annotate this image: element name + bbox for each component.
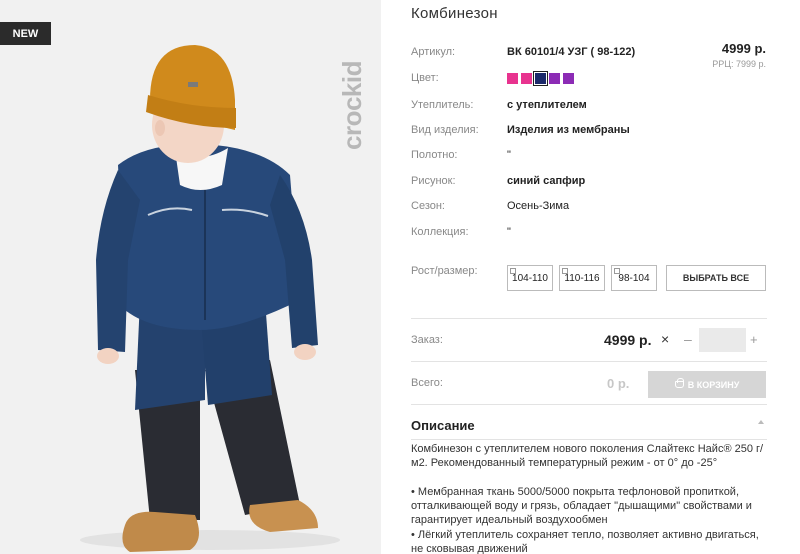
divider: [411, 318, 767, 319]
decrease-quantity-button[interactable]: –: [684, 331, 692, 347]
size-options: 104-110 110-116 98-104: [507, 265, 657, 291]
divider: [411, 439, 767, 440]
total-value: 0 р.: [607, 376, 630, 391]
collapse-caret-icon[interactable]: [758, 420, 764, 424]
checkbox-icon: [614, 268, 620, 274]
increase-quantity-button[interactable]: +: [750, 332, 758, 347]
checkbox-icon: [510, 268, 516, 274]
size-option-104-110[interactable]: 104-110: [507, 265, 553, 291]
add-to-cart-button[interactable]: В КОРЗИНУ: [648, 371, 766, 398]
color-swatch-purple[interactable]: [549, 73, 560, 84]
color-swatch-pink[interactable]: [507, 73, 518, 84]
divider: [411, 361, 767, 362]
recommended-price: РРЦ: 7999 р.: [712, 59, 766, 69]
description-title[interactable]: Описание: [411, 418, 475, 433]
brand-watermark: crockid: [336, 61, 367, 150]
size-option-98-104[interactable]: 98-104: [611, 265, 657, 291]
checkbox-icon: [562, 268, 568, 274]
product-photo[interactable]: NEW crockid: [0, 0, 381, 554]
description-paragraph: Комбинезон с утеплителем нового поколени…: [411, 443, 764, 469]
quantity-input[interactable]: [699, 328, 746, 352]
divider: [411, 404, 767, 405]
product-title: Комбинезон: [411, 5, 498, 22]
description-bullet: • Мембранная ткань 5000/5000 покрыта теф…: [411, 486, 752, 526]
cart-icon: [674, 378, 684, 388]
select-all-sizes-button[interactable]: ВЫБРАТЬ ВСЕ: [666, 265, 766, 291]
color-swatch-navy-selected[interactable]: [533, 71, 548, 86]
remove-icon[interactable]: ×: [661, 331, 669, 347]
description-bullet: • Лёгкий утеплитель сохраняет тепло, поз…: [411, 529, 759, 554]
color-swatches: [507, 71, 574, 86]
product-price: 4999 р.: [721, 41, 766, 56]
new-badge: NEW: [0, 22, 51, 45]
color-swatch-purple-2[interactable]: [563, 73, 574, 84]
order-price: 4999 р.: [604, 332, 652, 348]
color-swatch-pink-2[interactable]: [521, 73, 532, 84]
child-in-snowsuit-image: [80, 45, 340, 552]
size-option-110-116[interactable]: 110-116: [559, 265, 605, 291]
